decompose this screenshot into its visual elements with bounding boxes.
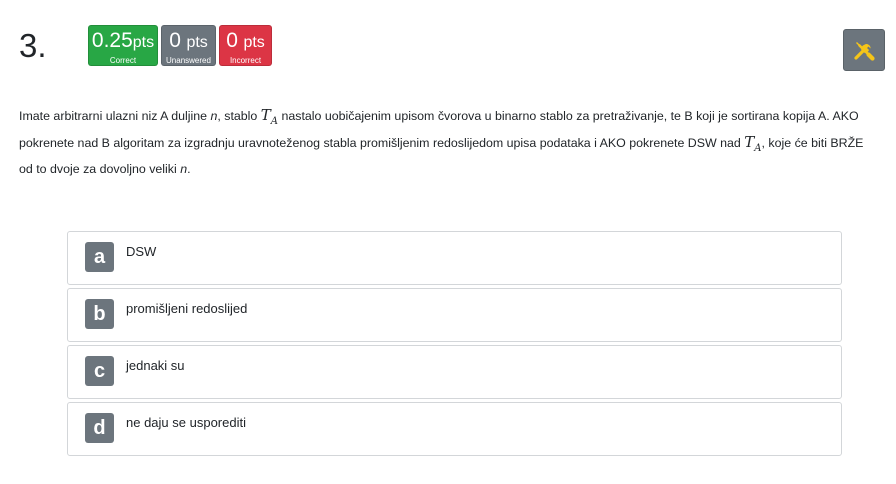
correct-points-caption: Correct bbox=[109, 56, 137, 65]
answer-option-a[interactable]: a DSW bbox=[67, 231, 842, 285]
correct-points-value: 0.25 bbox=[91, 29, 133, 52]
quiz-question-page: 3. 0.25pts Correct 0 pts Unanswered 0 pt… bbox=[0, 0, 896, 484]
answer-list: a DSW b promišljeni redoslijed c jednaki… bbox=[67, 231, 842, 459]
incorrect-points-unit: pts bbox=[243, 34, 265, 51]
answer-letter: b bbox=[85, 299, 114, 329]
answer-text: promišljeni redoslijed bbox=[126, 301, 248, 316]
math-T-A: TA bbox=[744, 133, 762, 154]
answer-text: jednaki su bbox=[126, 358, 185, 373]
unanswered-points-unit: pts bbox=[186, 34, 208, 51]
answer-text: DSW bbox=[126, 244, 157, 259]
score-badges: 0.25pts Correct 0 pts Unanswered 0 pts I… bbox=[88, 25, 272, 66]
incorrect-points-badge: 0 pts Incorrect bbox=[219, 25, 272, 66]
correct-points-badge: 0.25pts Correct bbox=[88, 25, 158, 66]
unanswered-points-value: 0 bbox=[169, 29, 181, 52]
question-text: Imate arbitrarni ulazni niz A duljine n,… bbox=[19, 106, 864, 176]
answer-text: ne daju se usporediti bbox=[126, 415, 246, 430]
unanswered-points-caption: Unanswered bbox=[166, 56, 211, 65]
correct-points-unit: pts bbox=[132, 34, 155, 51]
math-T-A: TA bbox=[260, 106, 279, 127]
answer-letter: a bbox=[85, 242, 114, 272]
answer-option-c[interactable]: c jednaki su bbox=[67, 345, 842, 399]
answer-option-b[interactable]: b promišljeni redoslijed bbox=[67, 288, 842, 342]
answer-option-d[interactable]: d ne daju se usporediti bbox=[67, 402, 842, 456]
unanswered-points-badge: 0 pts Unanswered bbox=[161, 25, 216, 66]
incorrect-points-value: 0 bbox=[226, 29, 238, 52]
question-number: 3. bbox=[19, 27, 47, 64]
tools-icon bbox=[854, 42, 875, 61]
incorrect-points-caption: Incorrect bbox=[229, 56, 262, 65]
answer-letter: d bbox=[85, 413, 114, 443]
tools-button[interactable] bbox=[843, 29, 885, 71]
answer-letter: c bbox=[85, 356, 114, 386]
